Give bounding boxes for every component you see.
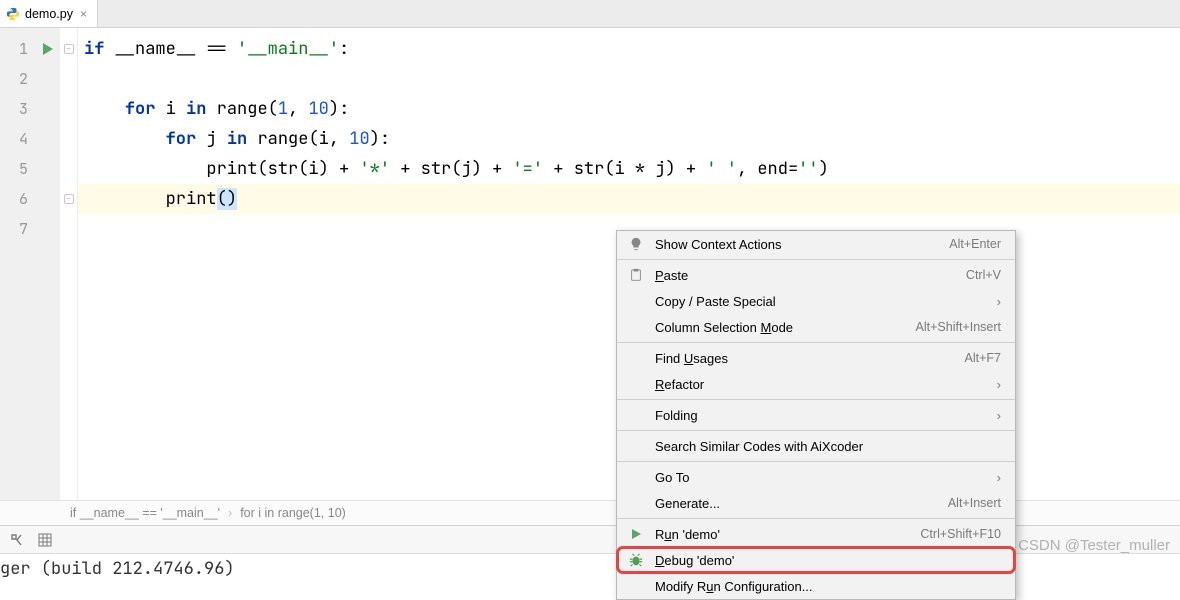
submenu-arrow-icon: ›	[997, 377, 1001, 392]
line-number: 7	[0, 214, 36, 244]
python-file-icon	[6, 7, 20, 21]
menu-folding[interactable]: Folding ›	[617, 402, 1015, 428]
line-number: 3	[0, 94, 36, 124]
line-number: 6	[0, 184, 36, 214]
submenu-arrow-icon: ›	[997, 408, 1001, 423]
line-number-gutter: 1 2 3 4 5 6 7	[0, 28, 36, 500]
watermark: CSDN @Tester_muller	[1018, 537, 1170, 554]
tab-label: demo.py	[25, 7, 73, 21]
menu-modify-run-config[interactable]: Modify Run Configuration...	[617, 573, 1015, 599]
tab-close-icon[interactable]: ×	[78, 8, 89, 20]
line-number: 5	[0, 154, 36, 184]
fold-toggle-icon[interactable]: −	[64, 44, 74, 54]
menu-find-usages[interactable]: Find Usages Alt+F7	[617, 345, 1015, 371]
code-line[interactable]: if __name__ == '__main__':	[78, 34, 1180, 64]
menu-copy-paste-special[interactable]: Copy / Paste Special ›	[617, 288, 1015, 314]
menu-refactor[interactable]: Refactor ›	[617, 371, 1015, 397]
line-number: 2	[0, 64, 36, 94]
step-into-icon[interactable]	[10, 533, 24, 547]
line-number: 4	[0, 124, 36, 154]
menu-generate[interactable]: Generate... Alt+Insert	[617, 490, 1015, 516]
tab-bar: demo.py ×	[0, 0, 1180, 28]
breadcrumb-item[interactable]: if __name__ == '__main__'	[70, 506, 220, 520]
submenu-arrow-icon: ›	[997, 470, 1001, 485]
tab-demo-py[interactable]: demo.py ×	[0, 0, 98, 27]
code-line[interactable]: print(str(i) + '*' + str(j) + '=' + str(…	[78, 154, 1180, 184]
menu-show-context-actions[interactable]: Show Context Actions Alt+Enter	[617, 231, 1015, 257]
run-gutter-icon[interactable]	[43, 43, 53, 55]
code-line[interactable]: for j in range(i, 10):	[78, 124, 1180, 154]
code-line-current[interactable]: print()	[78, 184, 1180, 214]
breadcrumb-item[interactable]: for i in range(1, 10)	[240, 506, 346, 520]
menu-debug[interactable]: Debug 'demo'	[617, 547, 1015, 573]
code-line[interactable]	[78, 64, 1180, 94]
run-gutter	[36, 28, 60, 500]
fold-toggle-icon[interactable]: −	[64, 194, 74, 204]
menu-paste[interactable]: Paste Ctrl+V	[617, 262, 1015, 288]
menu-aixcoder[interactable]: Search Similar Codes with AiXcoder	[617, 433, 1015, 459]
menu-goto[interactable]: Go To ›	[617, 464, 1015, 490]
debug-icon	[627, 553, 645, 567]
line-number: 1	[0, 34, 36, 64]
fold-gutter: − −	[60, 28, 78, 500]
run-icon	[627, 528, 645, 540]
code-line[interactable]: for i in range(1, 10):	[78, 94, 1180, 124]
grid-icon[interactable]	[38, 533, 52, 547]
menu-run[interactable]: Run 'demo' Ctrl+Shift+F10	[617, 521, 1015, 547]
clipboard-icon	[627, 268, 645, 282]
menu-column-mode[interactable]: Column Selection Mode Alt+Shift+Insert	[617, 314, 1015, 340]
breadcrumb-separator: ›	[228, 506, 232, 520]
context-menu: Show Context Actions Alt+Enter Paste Ctr…	[616, 230, 1016, 600]
bulb-icon	[627, 237, 645, 251]
submenu-arrow-icon: ›	[997, 294, 1001, 309]
